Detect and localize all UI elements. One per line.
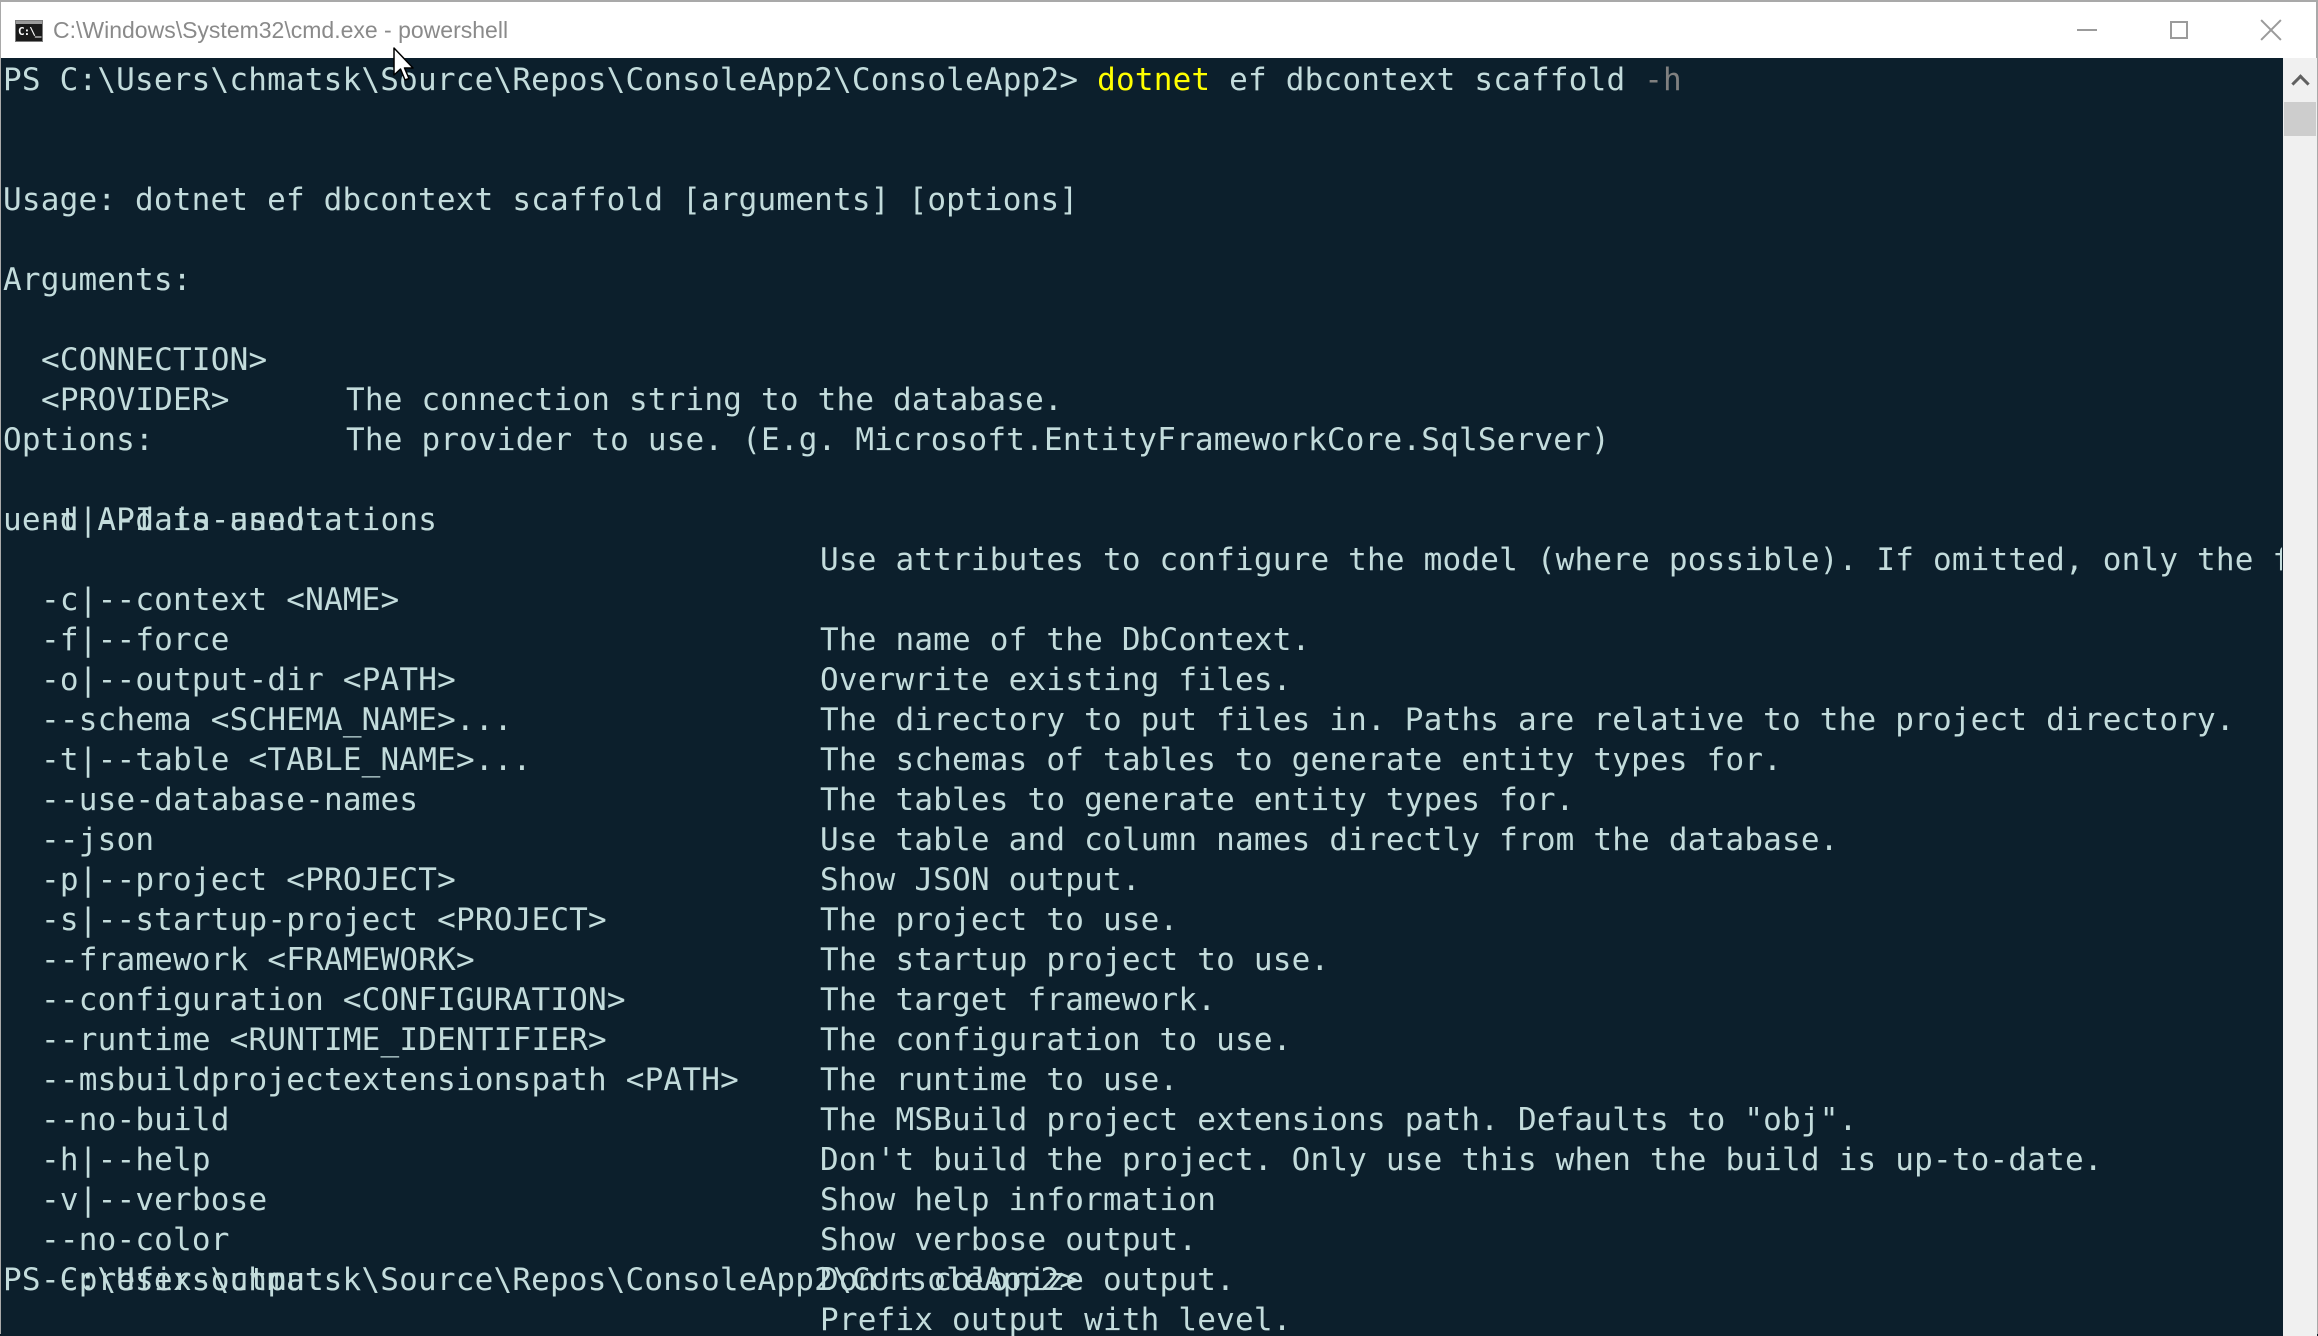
argument-description: The provider to use. (E.g. Microsoft.Ent…: [346, 422, 1610, 458]
close-icon: [2260, 19, 2282, 41]
option-row: --msbuildprojectextensionspath <PATH> Th…: [41, 1020, 2281, 1138]
option-row: -f|--force Overwrite existing files.: [41, 580, 2281, 698]
argument-name: <PROVIDER>: [41, 382, 230, 418]
option-wrap-line: uent API is used.: [3, 502, 324, 538]
argument-row: <PROVIDER> The provider to use. (E.g. Mi…: [41, 340, 2241, 458]
command-flag: -h: [1644, 62, 1682, 98]
option-row: -d|--data-annotations Use attributes to …: [41, 460, 2282, 578]
cmd-icon-glyph: C:\_: [18, 25, 41, 38]
close-button[interactable]: [2225, 2, 2317, 58]
command-line: PS C:\Users\chmatsk\Source\Repos\Console…: [3, 60, 1682, 100]
final-prompt[interactable]: PS C:\Users\chmatsk\Source\Repos\Console…: [3, 1260, 1078, 1300]
options-header: Options:: [3, 422, 154, 458]
option-row: -s|--startup-project <PROJECT> The start…: [41, 860, 2281, 978]
option-row: -c|--context <NAME> The name of the DbCo…: [41, 540, 2281, 658]
option-row: --schema <SCHEMA_NAME>... The schemas of…: [41, 660, 2281, 778]
console-window: C:\_ C:\Windows\System32\cmd.exe - power…: [0, 0, 2318, 1336]
option-row: --configuration <CONFIGURATION> The conf…: [41, 940, 2281, 1058]
option-row: --runtime <RUNTIME_IDENTIFIER> The runti…: [41, 980, 2281, 1098]
mouse-pointer-icon: [393, 47, 414, 81]
argument-row: <CONNECTION> The connection string to th…: [41, 300, 2241, 418]
option-row: --json Show JSON output.: [41, 780, 2281, 898]
maximize-button[interactable]: [2133, 2, 2225, 58]
minimize-icon: [2077, 29, 2097, 31]
option-row: -v|--verbose Show verbose output.: [41, 1140, 2281, 1258]
command-args: ef dbcontext scaffold: [1229, 62, 1626, 98]
console-output[interactable]: PS C:\Users\chmatsk\Source\Repos\Console…: [1, 58, 2282, 1336]
option-row: -p|--project <PROJECT> The project to us…: [41, 820, 2281, 938]
minimize-button[interactable]: [2041, 2, 2133, 58]
prompt: PS C:\Users\chmatsk\Source\Repos\Console…: [3, 62, 1079, 98]
option-row: --no-build Don't build the project. Only…: [41, 1060, 2281, 1178]
option-row: --no-color Don't colorize output.: [41, 1180, 2281, 1298]
option-row: --prefix-output Prefix output with level…: [41, 1220, 2281, 1336]
window-title: C:\Windows\System32\cmd.exe - powershell: [53, 17, 509, 43]
option-row: --use-database-names Use table and colum…: [41, 740, 2281, 858]
chevron-up-icon: [2290, 73, 2310, 93]
command-executable: dotnet: [1097, 62, 1211, 98]
arguments-header: Arguments:: [3, 262, 192, 298]
option-row: --framework <FRAMEWORK> The target frame…: [41, 900, 2281, 1018]
scroll-up-button[interactable]: [2283, 58, 2317, 102]
option-row: -t|--table <TABLE_NAME>... The tables to…: [41, 700, 2281, 818]
option-description: Prefix output with level.: [820, 1302, 1292, 1336]
option-row: -h|--help Show help information: [41, 1100, 2281, 1218]
cmd-icon: C:\_: [15, 20, 43, 42]
maximize-icon: [2170, 21, 2188, 39]
usage-line: Usage: dotnet ef dbcontext scaffold [arg…: [3, 182, 1079, 218]
scroll-thumb[interactable]: [2284, 102, 2316, 136]
vertical-scrollbar[interactable]: [2283, 58, 2317, 1336]
argument-description: The connection string to the database.: [346, 382, 1063, 418]
title-bar[interactable]: C:\_ C:\Windows\System32\cmd.exe - power…: [1, 2, 2316, 58]
option-row: -o|--output-dir <PATH> The directory to …: [41, 620, 2281, 738]
